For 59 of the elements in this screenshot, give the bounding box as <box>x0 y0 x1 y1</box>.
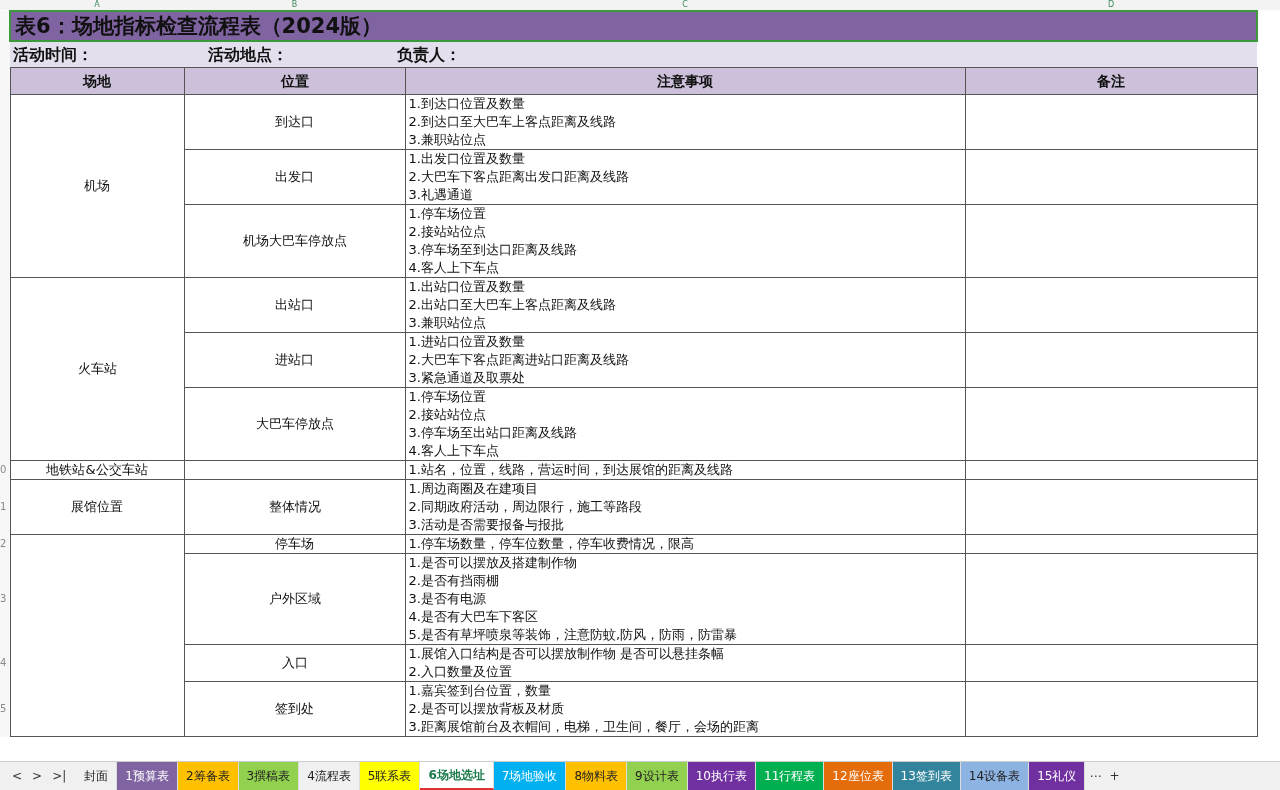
table-cell: 1.停车场位置 2.接站站位点 3.停车场至出站口距离及线路 4.客人上下车点 <box>405 387 965 461</box>
sheet-title: 表6：场地指标检查流程表（2024版） <box>10 11 1257 41</box>
table-cell: 1.是否可以摆放及搭建制作物 2.是否有挡雨棚 3.是否有电源 4.是否有大巴车下客区 5.是否有草坪喷泉等装饰，注意防蚊,防风，防雨，防雷暴 <box>405 553 965 645</box>
sheet-tab[interactable]: 8物料表 <box>566 762 628 790</box>
sheet-tab[interactable]: 3撰稿表 <box>238 762 300 790</box>
table-cell: 出站口 <box>184 277 405 333</box>
table-cell: 1.站名，位置，线路，营运时间，到达展馆的距离及线路 <box>405 460 965 480</box>
table-cell: 签到处 <box>184 681 405 737</box>
sheet-action-button[interactable]: + <box>1105 762 1124 790</box>
table-cell: 户外区域 <box>184 553 405 645</box>
sheet-tab[interactable]: 6场地选址 <box>420 762 494 790</box>
sheet-tab[interactable]: 15礼仪 <box>1029 762 1086 790</box>
sheet-tab[interactable]: 10执行表 <box>687 762 756 790</box>
table-cell: 1.嘉宾签到台位置，数量 2.是否可以摆放背板及材质 3.距离展馆前台及衣帽间，电梯，卫生间，餐厅，会场的距离 <box>405 681 965 737</box>
row-number: 3 <box>0 593 7 604</box>
table-cell: 停车场 <box>184 534 405 554</box>
column-header: 位置 <box>184 67 405 95</box>
column-header: 注意事项 <box>405 67 965 95</box>
sheet-action-button[interactable]: ⋯ <box>1085 762 1106 790</box>
info-label: 活动地点： <box>208 45 289 64</box>
sheet-tab[interactable]: 2筹备表 <box>177 762 239 790</box>
info-label: 负责人： <box>397 45 461 64</box>
column-letter: C <box>681 0 689 10</box>
table-cell: 1.停车场数量，停车位数量，停车收费情况，限高 <box>405 534 965 554</box>
column-letter: D <box>1106 0 1116 10</box>
row-number: 1 <box>0 501 7 512</box>
table-cell: 机场大巴车停放点 <box>184 204 405 278</box>
table-cell: 1.展馆入口结构是否可以摆放制作物 是否可以悬挂条幅 2.入口数量及位置 <box>405 644 965 682</box>
table-cell: 1.进站口位置及数量 2.大巴车下客点距离进站口距离及线路 3.紧急通道及取票处 <box>405 332 965 388</box>
table-cell: 1.周边商圈及在建项目 2.同期政府活动，周边限行，施工等路段 3.活动是否需要报备与报批 <box>405 479 965 535</box>
column-letter: A <box>93 0 101 10</box>
table-cell: 到达口 <box>184 94 405 150</box>
column-letter: B <box>290 0 299 10</box>
table-cell: 1.出站口位置及数量 2.出站口至大巴车上客点距离及线路 3.兼职站位点 <box>405 277 965 333</box>
table-cell: 出发口 <box>184 149 405 205</box>
table-cell: 1.出发口位置及数量 2.大巴车下客点距离出发口距离及线路 3.礼遇通道 <box>405 149 965 205</box>
sheet-tab[interactable]: 1预算表 <box>117 762 178 790</box>
table-cell: 大巴车停放点 <box>184 387 405 461</box>
sheet-tab[interactable]: 13签到表 <box>892 762 961 790</box>
table-cell: 整体情况 <box>184 479 405 535</box>
row-number: 2 <box>0 538 7 549</box>
sheet-tab[interactable]: 9设计表 <box>627 762 688 790</box>
table-cell: 进站口 <box>184 332 405 388</box>
table-cell: 1.到达口位置及数量 2.到达口至大巴车上客点距离及线路 3.兼职站位点 <box>405 94 965 150</box>
sheet-tab[interactable]: 5联系表 <box>359 762 421 790</box>
row-number: 0 <box>0 464 7 475</box>
info-label: 活动时间： <box>13 45 94 64</box>
sheet-nav-button[interactable]: >| <box>48 769 71 783</box>
table-cell: 1.停车场位置 2.接站站位点 3.停车场至到达口距离及线路 4.客人上下车点 <box>405 204 965 278</box>
sheet-tab[interactable]: 14设备表 <box>960 762 1030 790</box>
row-number: 4 <box>0 657 7 668</box>
column-header: 备注 <box>965 67 1257 95</box>
table-cell: 入口 <box>184 644 405 682</box>
sheet-nav-button[interactable]: > <box>28 769 47 783</box>
sheet-nav-button[interactable]: < <box>8 769 27 783</box>
column-header: 场地 <box>10 67 184 95</box>
table-cell: 展馆位置 <box>10 479 184 535</box>
table-cell: 地铁站&公交车站 <box>10 460 184 480</box>
row-number: 5 <box>0 703 7 714</box>
